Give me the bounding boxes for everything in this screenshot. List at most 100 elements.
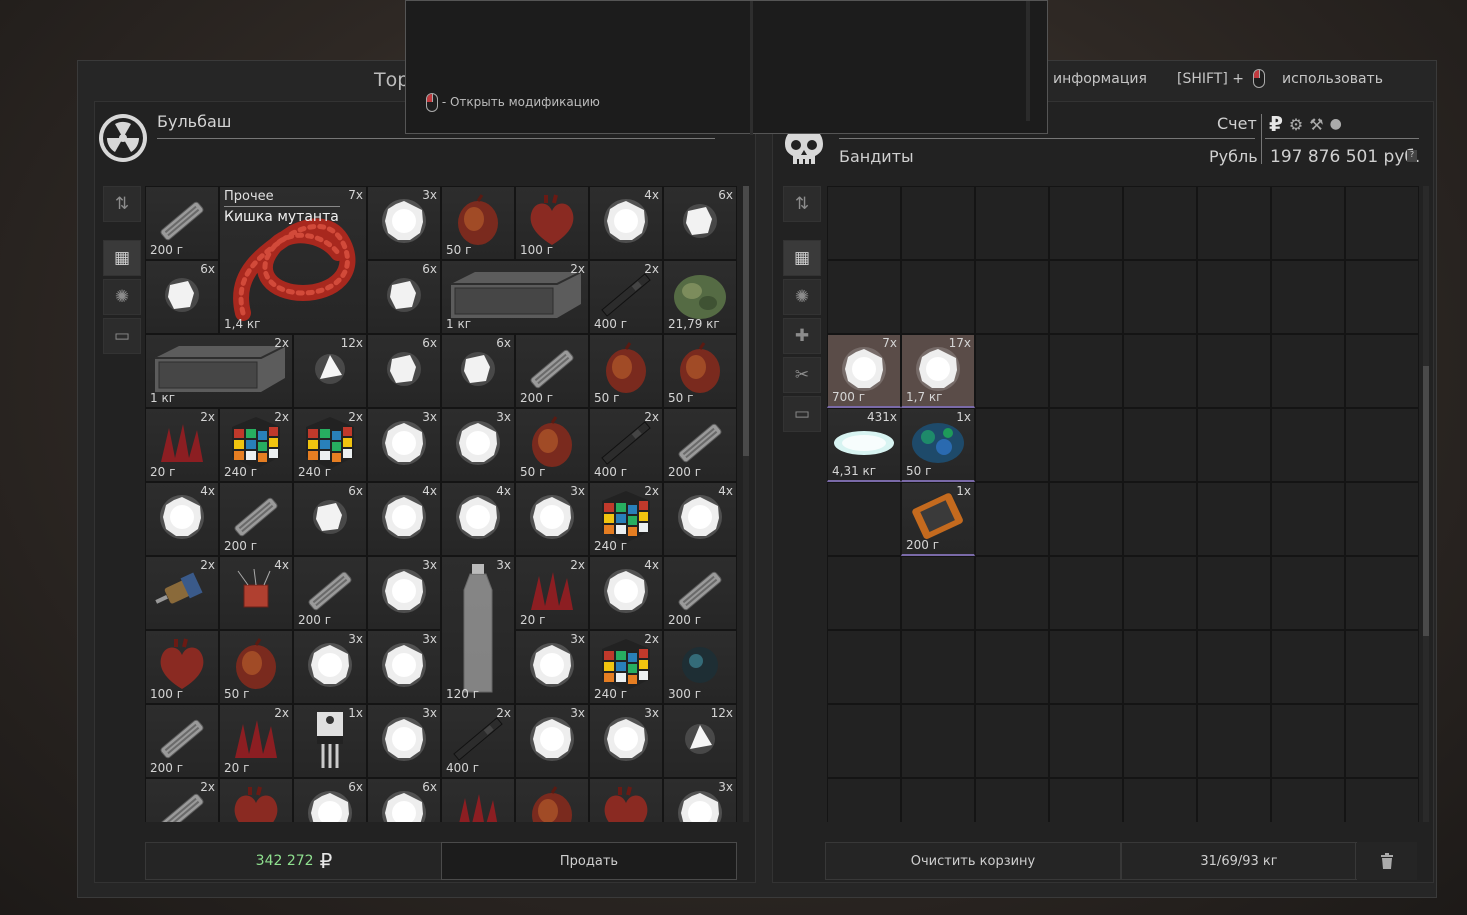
left-item-slot[interactable]: 2x 400 г	[589, 408, 663, 482]
left-item-slot[interactable]: 2x 240 г	[589, 630, 663, 704]
right-empty-slot[interactable]	[975, 186, 1049, 260]
right-empty-slot[interactable]	[827, 778, 901, 822]
right-empty-slot[interactable]	[975, 778, 1049, 822]
right-empty-slot[interactable]	[1345, 408, 1419, 482]
left-item-slot[interactable]: 200 г	[663, 408, 737, 482]
right-empty-slot[interactable]	[1197, 630, 1271, 704]
right-empty-slot[interactable]	[975, 556, 1049, 630]
right-tab-medkit-icon[interactable]: ✚	[783, 318, 821, 354]
left-item-slot[interactable]: Прочее Кишка мутанта 7x 1,4 кг	[219, 186, 367, 334]
left-item-slot[interactable]: 2x 400 г	[441, 704, 515, 778]
left-item-slot[interactable]	[219, 778, 293, 822]
left-item-slot[interactable]: 200 г	[219, 482, 293, 556]
left-item-slot[interactable]: 3x	[663, 778, 737, 822]
left-item-slot[interactable]: 50 г	[515, 408, 589, 482]
left-item-slot[interactable]: 3x	[367, 704, 441, 778]
left-item-slot[interactable]: 3x	[515, 704, 589, 778]
coin-currency-icon[interactable]: ●	[1330, 116, 1342, 132]
right-empty-slot[interactable]	[1123, 630, 1197, 704]
right-empty-slot[interactable]	[1345, 630, 1419, 704]
right-empty-slot[interactable]	[1197, 556, 1271, 630]
left-item-slot[interactable]: 200 г	[293, 556, 367, 630]
right-empty-slot[interactable]	[1049, 186, 1123, 260]
right-empty-slot[interactable]	[1049, 260, 1123, 334]
right-empty-slot[interactable]	[901, 186, 975, 260]
right-empty-slot[interactable]	[901, 778, 975, 822]
left-item-slot[interactable]: 3x	[293, 630, 367, 704]
right-empty-slot[interactable]	[1345, 704, 1419, 778]
left-item-slot[interactable]: 100 г	[515, 186, 589, 260]
help-icon[interactable]: ?	[1407, 150, 1417, 162]
left-item-slot[interactable]: 300 г	[663, 630, 737, 704]
right-empty-slot[interactable]	[1271, 334, 1345, 408]
right-empty-slot[interactable]	[1049, 778, 1123, 822]
left-item-slot[interactable]: 2x 1 кг	[145, 334, 293, 408]
right-empty-slot[interactable]	[1123, 408, 1197, 482]
right-empty-slot[interactable]	[901, 704, 975, 778]
left-item-slot[interactable]: 3x	[441, 408, 515, 482]
left-item-slot[interactable]: 3x	[589, 704, 663, 778]
clear-cart-button[interactable]: Очистить корзину	[825, 842, 1121, 880]
right-empty-slot[interactable]	[1123, 704, 1197, 778]
right-empty-slot[interactable]	[1197, 778, 1271, 822]
left-item-slot[interactable]: 3x	[367, 408, 441, 482]
left-item-slot[interactable]: 2x 400 г	[589, 260, 663, 334]
left-item-slot[interactable]: 4x	[589, 556, 663, 630]
right-empty-slot[interactable]	[1271, 408, 1345, 482]
right-item-slot[interactable]: 17x 1,7 кг	[901, 334, 975, 408]
right-tab-artifact-icon[interactable]: ✺	[783, 279, 821, 315]
right-empty-slot[interactable]	[1197, 186, 1271, 260]
right-empty-slot[interactable]	[1271, 556, 1345, 630]
right-empty-slot[interactable]	[827, 186, 901, 260]
right-empty-slot[interactable]	[901, 260, 975, 334]
left-item-slot[interactable]: 2x 240 г	[219, 408, 293, 482]
right-empty-slot[interactable]	[1123, 186, 1197, 260]
right-empty-slot[interactable]	[1197, 482, 1271, 556]
left-scrollbar-thumb[interactable]	[743, 186, 749, 456]
right-item-slot[interactable]: 431x 4,31 кг	[827, 408, 901, 482]
right-empty-slot[interactable]	[827, 482, 901, 556]
left-tab-grid-icon[interactable]: ▦	[103, 240, 141, 276]
right-empty-slot[interactable]	[1345, 186, 1419, 260]
left-item-slot[interactable]: 12x	[663, 704, 737, 778]
right-empty-slot[interactable]	[1123, 334, 1197, 408]
right-empty-slot[interactable]	[1345, 556, 1419, 630]
right-empty-slot[interactable]	[1049, 704, 1123, 778]
right-empty-slot[interactable]	[975, 408, 1049, 482]
right-empty-slot[interactable]	[1123, 482, 1197, 556]
left-item-slot[interactable]: 2x 1 кг	[441, 260, 589, 334]
right-tab-container-icon[interactable]: ▭	[783, 396, 821, 432]
right-empty-slot[interactable]	[1345, 260, 1419, 334]
right-item-slot[interactable]: 7x 700 г	[827, 334, 901, 408]
ruble-currency-icon[interactable]: ₽	[1269, 112, 1283, 136]
right-empty-slot[interactable]	[1197, 334, 1271, 408]
left-item-slot[interactable]: 3x	[367, 556, 441, 630]
right-item-slot[interactable]: 1x 50 г	[901, 408, 975, 482]
left-item-slot[interactable]	[515, 778, 589, 822]
right-scrollbar-thumb[interactable]	[1423, 366, 1429, 636]
right-empty-slot[interactable]	[1271, 630, 1345, 704]
right-empty-slot[interactable]	[827, 260, 901, 334]
left-item-slot[interactable]: 4x	[145, 482, 219, 556]
left-item-slot[interactable]: 4x	[367, 482, 441, 556]
left-item-slot[interactable]: 200 г	[145, 186, 219, 260]
right-empty-slot[interactable]	[975, 260, 1049, 334]
right-empty-slot[interactable]	[1197, 704, 1271, 778]
left-item-slot[interactable]: 6x	[367, 260, 441, 334]
left-tab-sort-icon[interactable]: ⇅	[103, 186, 141, 222]
left-item-slot[interactable]: 3x	[515, 630, 589, 704]
left-item-slot[interactable]: 50 г	[219, 630, 293, 704]
right-empty-slot[interactable]	[1049, 630, 1123, 704]
left-item-slot[interactable]: 3x 120 г	[441, 556, 515, 704]
left-item-slot[interactable]: 200 г	[515, 334, 589, 408]
right-empty-slot[interactable]	[1345, 334, 1419, 408]
right-empty-slot[interactable]	[901, 630, 975, 704]
right-empty-slot[interactable]	[1123, 778, 1197, 822]
left-item-slot[interactable]: 2x 20 г	[219, 704, 293, 778]
gear-currency-icon[interactable]: ⚙	[1289, 115, 1303, 134]
right-empty-slot[interactable]	[827, 630, 901, 704]
left-item-slot[interactable]: 3x	[367, 186, 441, 260]
left-item-slot[interactable]: 200 г	[145, 704, 219, 778]
right-scrollbar[interactable]	[1423, 186, 1429, 822]
left-item-slot[interactable]: 21,79 кг	[663, 260, 737, 334]
